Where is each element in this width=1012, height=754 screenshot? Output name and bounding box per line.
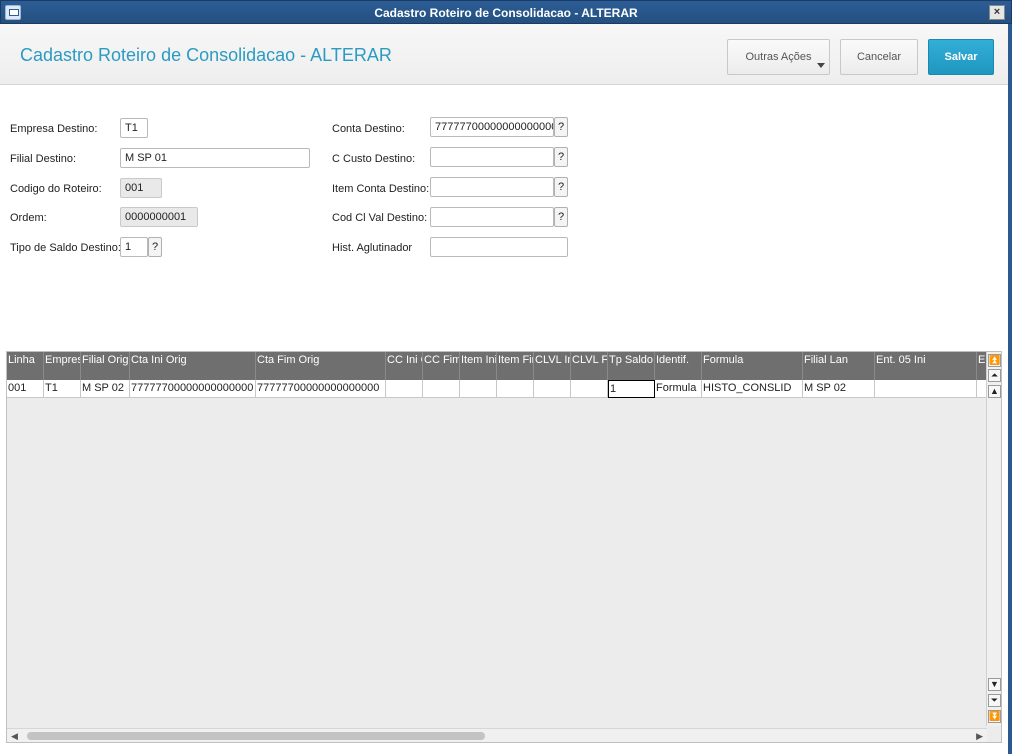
conta-destino-field[interactable]: 77777700000000000000: [430, 117, 554, 137]
column-header[interactable]: CC Ini O: [386, 352, 423, 380]
table-cell[interactable]: T1: [44, 380, 81, 398]
c-custo-destino-field[interactable]: [430, 147, 554, 167]
scroll-up-icon[interactable]: ▲: [988, 385, 1001, 398]
c-custo-lookup-button[interactable]: ?: [554, 147, 568, 167]
more-actions-label: Outras Ações: [745, 51, 812, 63]
table-cell[interactable]: [460, 380, 497, 398]
column-header[interactable]: Tp Saldo: [608, 352, 655, 380]
scroll-right-icon[interactable]: ▶: [976, 731, 983, 742]
table-cell[interactable]: [875, 380, 977, 398]
conta-destino-label: Conta Destino:: [332, 123, 405, 135]
table-cell[interactable]: M SP 02: [803, 380, 875, 398]
active-cell[interactable]: 1: [608, 380, 655, 398]
column-header[interactable]: Formula: [702, 352, 803, 380]
ordem-field: 0000000001: [120, 207, 198, 227]
table-row[interactable]: 001 T1 M SP 02 77777700000000000000 7777…: [7, 380, 989, 398]
hist-aglutinador-field[interactable]: [430, 237, 568, 257]
window-title-bar: Cadastro Roteiro de Consolidacao - ALTER…: [0, 0, 1012, 24]
tipo-saldo-destino-field[interactable]: 1: [120, 237, 148, 257]
table-cell[interactable]: [423, 380, 460, 398]
column-header[interactable]: Linha: [7, 352, 44, 380]
save-button[interactable]: Salvar: [928, 39, 994, 75]
filial-destino-field[interactable]: M SP 01: [120, 148, 310, 168]
item-conta-destino-label: Item Conta Destino:: [332, 183, 430, 195]
conta-destino-lookup-button[interactable]: ?: [554, 117, 568, 137]
column-header[interactable]: Ent. 05 Ini: [875, 352, 977, 380]
c-custo-destino-label: C Custo Destino:: [332, 153, 416, 165]
column-header[interactable]: Identif.: [655, 352, 702, 380]
horizontal-scrollbar[interactable]: ◀ ▶: [7, 728, 987, 742]
column-header[interactable]: Cta Fim Orig: [256, 352, 386, 380]
scroll-top-icon[interactable]: ⏫: [988, 354, 1001, 367]
table-cell[interactable]: HISTO_CONSLID: [702, 380, 803, 398]
close-icon[interactable]: ×: [989, 5, 1005, 20]
ordem-label: Ordem:: [10, 212, 47, 224]
codigo-roteiro-label: Codigo do Roteiro:: [10, 183, 102, 195]
cancel-button[interactable]: Cancelar: [840, 39, 918, 75]
page-header: Cadastro Roteiro de Consolidacao - ALTER…: [0, 24, 1008, 85]
grid-header: Linha Empres Filial Orig Cta Ini Orig Ct…: [7, 352, 987, 380]
table-cell[interactable]: [497, 380, 534, 398]
page-down-icon[interactable]: ⏷: [988, 694, 1001, 707]
scroll-bottom-icon[interactable]: ⏬: [988, 710, 1001, 723]
item-conta-lookup-button[interactable]: ?: [554, 177, 568, 197]
window-border: [1008, 24, 1012, 754]
column-header[interactable]: Filial Lan: [803, 352, 875, 380]
scroll-down-icon[interactable]: ▼: [988, 678, 1001, 691]
cod-cl-val-destino-field[interactable]: [430, 207, 554, 227]
column-header[interactable]: CC Fim: [423, 352, 460, 380]
tipo-saldo-destino-label: Tipo de Saldo Destino:: [10, 242, 121, 254]
table-cell[interactable]: M SP 02: [81, 380, 130, 398]
table-cell[interactable]: 001: [7, 380, 44, 398]
data-grid[interactable]: Linha Empres Filial Orig Cta Ini Orig Ct…: [6, 351, 1002, 743]
window-title: Cadastro Roteiro de Consolidacao - ALTER…: [374, 6, 638, 20]
scroll-left-icon[interactable]: ◀: [11, 731, 18, 742]
table-cell[interactable]: Formula: [655, 380, 702, 398]
column-header[interactable]: Cta Ini Orig: [130, 352, 256, 380]
empresa-destino-label: Empresa Destino:: [10, 123, 98, 135]
column-header[interactable]: CLVL F: [571, 352, 608, 380]
column-header[interactable]: Filial Orig: [81, 352, 130, 380]
tipo-saldo-lookup-button[interactable]: ?: [148, 237, 162, 257]
item-conta-destino-field[interactable]: [430, 177, 554, 197]
chevron-down-icon: [817, 63, 825, 68]
more-actions-button[interactable]: Outras Ações: [727, 39, 830, 75]
cod-cl-val-destino-label: Cod Cl Val Destino:: [332, 212, 428, 224]
hist-aglutinador-label: Hist. Aglutinador: [332, 242, 413, 254]
table-cell[interactable]: 77777700000000000000: [256, 380, 386, 398]
page-up-icon[interactable]: ⏶: [988, 369, 1001, 382]
codigo-roteiro-field: 001: [120, 178, 162, 198]
column-header[interactable]: Item Ini: [460, 352, 497, 380]
column-header[interactable]: CLVL In: [534, 352, 571, 380]
vertical-scrollbar[interactable]: ⏫ ⏶ ▲ ▼ ⏷ ⏬: [986, 352, 1001, 726]
filial-destino-label: Filial Destino:: [10, 153, 77, 165]
table-cell[interactable]: [534, 380, 571, 398]
table-cell[interactable]: [571, 380, 608, 398]
column-header[interactable]: Item Fin: [497, 352, 534, 380]
horizontal-scroll-thumb[interactable]: [27, 732, 485, 740]
column-header[interactable]: Empres: [44, 352, 81, 380]
cod-cl-val-lookup-button[interactable]: ?: [554, 207, 568, 227]
table-cell[interactable]: [386, 380, 423, 398]
table-cell[interactable]: 77777700000000000000: [130, 380, 256, 398]
empresa-destino-field[interactable]: T1: [120, 118, 148, 138]
page-title: Cadastro Roteiro de Consolidacao - ALTER…: [20, 45, 392, 65]
